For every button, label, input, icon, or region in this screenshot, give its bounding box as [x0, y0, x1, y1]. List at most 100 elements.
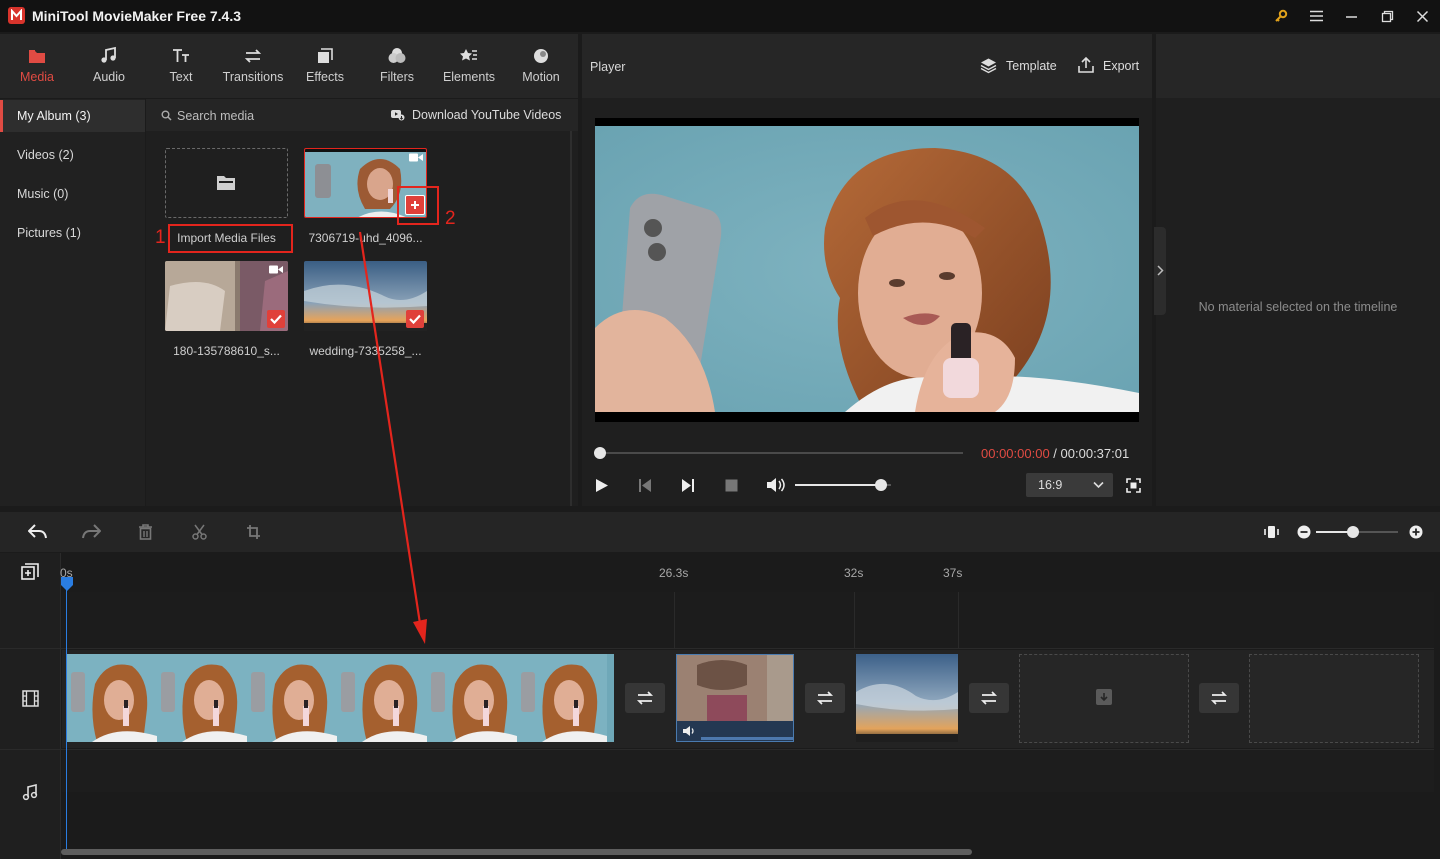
elements-icon — [459, 46, 479, 66]
redo-icon[interactable] — [82, 524, 101, 539]
sidebar-item-my-album[interactable]: My Album (3) — [0, 100, 145, 132]
fit-timeline-icon[interactable] — [1264, 524, 1279, 540]
playhead-handle[interactable] — [61, 577, 73, 591]
tab-effects[interactable]: Effects — [289, 34, 361, 98]
tab-media-label: Media — [19, 70, 55, 84]
volume-icon[interactable] — [766, 477, 786, 493]
next-frame-button[interactable] — [681, 478, 695, 493]
empty-drop-slot[interactable] — [1249, 654, 1419, 743]
clip-volume-icon[interactable] — [682, 725, 696, 737]
layers-icon — [980, 58, 997, 74]
chevron-down-icon — [1093, 481, 1104, 489]
video-preview — [595, 118, 1139, 422]
tab-effects-label: Effects — [306, 70, 344, 84]
volume-handle[interactable] — [875, 479, 887, 491]
close-button[interactable] — [1408, 4, 1436, 28]
zoom-out-icon[interactable] — [1297, 525, 1311, 539]
tab-text[interactable]: Text — [145, 34, 217, 98]
tab-audio[interactable]: Audio — [73, 34, 145, 98]
timeline-scrollbar[interactable] — [61, 849, 972, 855]
menu-icon[interactable] — [1302, 4, 1330, 28]
tab-motion[interactable]: Motion — [505, 34, 577, 98]
tab-transitions-label: Transitions — [222, 70, 284, 84]
transition-slot[interactable] — [805, 683, 845, 713]
import-media-tile[interactable] — [165, 148, 288, 218]
zoom-in-icon[interactable] — [1409, 525, 1423, 539]
aspect-ratio-value: 16:9 — [1038, 478, 1063, 492]
add-track-icon[interactable] — [21, 563, 39, 581]
timeline-clip-image-1[interactable] — [856, 654, 958, 742]
transition-slot[interactable] — [969, 683, 1009, 713]
sidebar-item-videos[interactable]: Videos (2) — [0, 139, 145, 171]
video-type-icon — [269, 265, 283, 274]
crop-icon[interactable] — [246, 524, 261, 540]
aspect-ratio-select[interactable]: 16:9 — [1026, 473, 1113, 497]
undo-icon[interactable] — [28, 524, 47, 539]
delete-icon[interactable] — [138, 524, 153, 540]
play-button[interactable] — [595, 478, 609, 493]
filters-icon — [387, 46, 407, 66]
seek-bar[interactable] — [594, 447, 963, 459]
clip-boundary-line — [958, 592, 959, 648]
transition-slot[interactable] — [1199, 683, 1239, 713]
tab-motion-label: Motion — [522, 70, 560, 84]
maximize-button[interactable] — [1373, 4, 1401, 28]
time-separator: / — [1049, 446, 1061, 461]
video-track-icon — [22, 690, 39, 707]
sidebar-item-pictures[interactable]: Pictures (1) — [0, 217, 145, 249]
text-icon — [171, 46, 191, 66]
preview-frame-image — [595, 118, 1139, 422]
playhead-line — [66, 584, 67, 850]
audio-track[interactable] — [62, 750, 1434, 792]
timeline-clip-video-1[interactable] — [67, 654, 614, 742]
template-label: Template — [1006, 59, 1057, 73]
title-bar: MiniTool MovieMaker Free 7.4.3 — [0, 0, 1440, 32]
ruler-label: 37s — [943, 566, 963, 580]
overlay-track[interactable] — [62, 592, 1434, 648]
drop-media-icon — [1096, 689, 1112, 705]
split-scissors-icon[interactable] — [192, 524, 207, 540]
media-item-video-2[interactable] — [165, 261, 288, 331]
key-icon[interactable] — [1267, 4, 1295, 28]
search-icon — [161, 110, 172, 121]
timeline-clip-video-2[interactable] — [676, 654, 794, 742]
ruler-label: 32s — [844, 566, 864, 580]
tab-media[interactable]: Media — [1, 34, 73, 98]
minimize-button[interactable] — [1337, 4, 1365, 28]
chevron-right-icon — [1157, 265, 1164, 276]
media-item-caption: 180-135788610_s... — [173, 344, 280, 358]
search-input[interactable]: Search media — [177, 109, 254, 123]
zoom-slider[interactable] — [1316, 526, 1398, 538]
empty-drop-slot[interactable] — [1019, 654, 1189, 743]
sidebar-item-music[interactable]: Music (0) — [0, 178, 145, 210]
clip-thumbnail — [856, 654, 958, 742]
transition-slot[interactable] — [625, 683, 665, 713]
media-scrollbar[interactable] — [570, 131, 572, 506]
track-divider — [0, 749, 1434, 750]
previous-frame-button[interactable] — [638, 478, 652, 493]
clip-boundary-line — [854, 592, 855, 648]
effects-icon — [315, 46, 335, 66]
tab-transitions[interactable]: Transitions — [217, 34, 289, 98]
seek-handle[interactable] — [594, 447, 606, 459]
app-logo-icon — [8, 7, 25, 24]
current-time: 00:00:00:00 — [981, 446, 1050, 461]
ruler-label: 26.3s — [659, 566, 689, 580]
tab-elements[interactable]: Elements — [433, 34, 505, 98]
tab-filters-label: Filters — [379, 70, 415, 84]
media-folder-icon — [27, 46, 47, 66]
audio-track-icon — [22, 784, 38, 801]
template-button[interactable]: Template — [980, 56, 1060, 76]
stop-button[interactable] — [725, 479, 738, 492]
zoom-handle[interactable] — [1347, 526, 1359, 538]
tab-filters[interactable]: Filters — [361, 34, 433, 98]
fullscreen-icon[interactable] — [1126, 478, 1141, 493]
transition-icon — [816, 691, 834, 705]
download-youtube-link[interactable]: Download YouTube Videos — [412, 108, 561, 122]
export-button[interactable]: Export — [1077, 56, 1141, 76]
volume-slider[interactable] — [795, 479, 891, 491]
annotation-box-import — [168, 224, 293, 253]
annotation-step-2: 2 — [445, 208, 456, 229]
tab-audio-label: Audio — [93, 70, 125, 84]
media-search-bar[interactable]: Search media Download YouTube Videos — [146, 99, 578, 131]
